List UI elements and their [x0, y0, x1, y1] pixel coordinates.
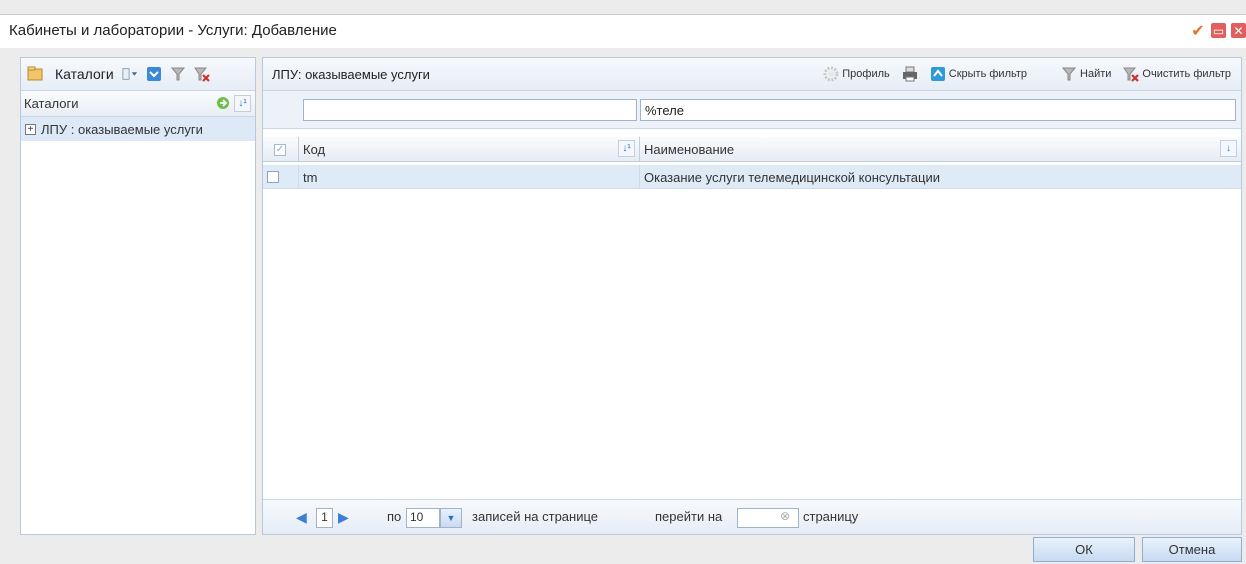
- prev-page-icon[interactable]: ◀: [296, 509, 307, 526]
- clear-filter-label: Очистить фильтр: [1142, 68, 1231, 80]
- column-header-code-label: Код: [303, 142, 326, 157]
- per-page-select[interactable]: 10: [406, 508, 440, 528]
- chevron-down-icon[interactable]: ▼: [440, 508, 462, 528]
- ok-button[interactable]: ОК: [1033, 537, 1135, 562]
- clear-input-icon[interactable]: ⊗: [780, 509, 790, 523]
- sort-icon[interactable]: ↓: [1220, 140, 1237, 157]
- select-all-cell: ✓: [263, 137, 299, 162]
- pager: ◀ 1 ▶ по 10 ▼ записей на странице перейт…: [263, 499, 1241, 534]
- filter-row: [263, 91, 1241, 129]
- grid-header: ✓ Код ↓¹ Наименование ↓: [263, 137, 1241, 162]
- refresh-icon[interactable]: [215, 95, 231, 111]
- hide-filter-button[interactable]: Скрыть фильтр: [926, 64, 1031, 84]
- cell-code: tm: [299, 165, 640, 189]
- find-label: Найти: [1080, 68, 1112, 80]
- next-page-icon[interactable]: ▶: [338, 509, 349, 526]
- hide-filter-label: Скрыть фильтр: [948, 68, 1028, 80]
- filter-icon: [1061, 66, 1077, 82]
- title-bar: Кабинеты и лаборатории - Услуги: Добавле…: [0, 14, 1246, 48]
- window-controls: ✔ ▭ ✕: [1190, 23, 1246, 40]
- filter-icon[interactable]: [170, 66, 186, 82]
- clear-filter-icon[interactable]: [193, 66, 210, 82]
- row-checkbox-cell: [263, 165, 299, 189]
- columns-menu-icon[interactable]: [122, 66, 138, 82]
- tree-item[interactable]: + ЛПУ : оказываемые услуги: [21, 117, 255, 141]
- catalogs-column-header: Каталоги ↓¹: [21, 91, 255, 117]
- profile-label: Профиль: [842, 68, 890, 80]
- row-checkbox[interactable]: [267, 171, 279, 183]
- table-row[interactable]: tm Оказание услуги телемедицинской консу…: [263, 165, 1241, 189]
- tree-item-label: ЛПУ : оказываемые услуги: [41, 121, 203, 137]
- catalogs-panel: Каталоги Каталоги ↓¹ + ЛПУ: оказываемые…: [20, 57, 256, 535]
- services-toolbar: ЛПУ: оказываемые услуги Профиль Скрыть ф…: [263, 58, 1241, 91]
- per-page-label-after: записей на странице: [472, 509, 599, 524]
- catalogs-toolbar-label[interactable]: Каталоги: [55, 66, 114, 82]
- arrow-up-icon: [930, 66, 946, 82]
- download-icon[interactable]: [146, 66, 162, 82]
- services-panel: ЛПУ: оказываемые услуги Профиль Скрыть ф…: [262, 57, 1242, 535]
- panel-title: ЛПУ: оказываемые услуги: [272, 67, 430, 82]
- catalogs-toolbar: Каталоги: [21, 58, 255, 91]
- code-filter-input[interactable]: [303, 99, 637, 121]
- sort-icon[interactable]: ↓¹: [618, 140, 635, 157]
- expand-icon[interactable]: +: [25, 123, 36, 135]
- close-icon[interactable]: ✕: [1231, 23, 1246, 38]
- check-icon[interactable]: ✔: [1190, 23, 1206, 40]
- catalog-icon[interactable]: [27, 66, 43, 82]
- print-button[interactable]: [898, 64, 922, 84]
- goto-label-after: страницу: [803, 509, 859, 524]
- clear-filter-button[interactable]: Очистить фильтр: [1119, 64, 1235, 84]
- sort-icon[interactable]: ↓¹: [234, 95, 251, 112]
- minimize-icon[interactable]: ▭: [1211, 23, 1226, 38]
- clear-filter-icon: [1123, 66, 1140, 82]
- column-header-code[interactable]: Код ↓¹: [299, 137, 640, 162]
- cancel-button[interactable]: Отмена: [1142, 537, 1242, 562]
- per-page-label-before: по: [387, 509, 402, 524]
- cell-name: Оказание услуги телемедицинской консульт…: [644, 169, 940, 185]
- goto-label-before: перейти на: [655, 509, 723, 524]
- name-filter-input[interactable]: [640, 99, 1236, 121]
- column-header-name[interactable]: Наименование ↓: [640, 137, 1241, 162]
- select-all-checkbox[interactable]: ✓: [274, 143, 286, 156]
- catalogs-header-label: Каталоги: [24, 96, 79, 111]
- profile-button[interactable]: Профиль: [819, 64, 894, 84]
- dialog-window: Кабинеты и лаборатории - Услуги: Добавле…: [0, 0, 1246, 564]
- gear-icon: [823, 66, 839, 82]
- page-number-box[interactable]: 1: [316, 508, 333, 528]
- find-button[interactable]: Найти: [1057, 64, 1115, 84]
- printer-icon: [902, 66, 918, 82]
- window-title: Кабинеты и лаборатории - Услуги: Добавле…: [9, 22, 337, 39]
- column-header-name-label: Наименование: [644, 142, 735, 157]
